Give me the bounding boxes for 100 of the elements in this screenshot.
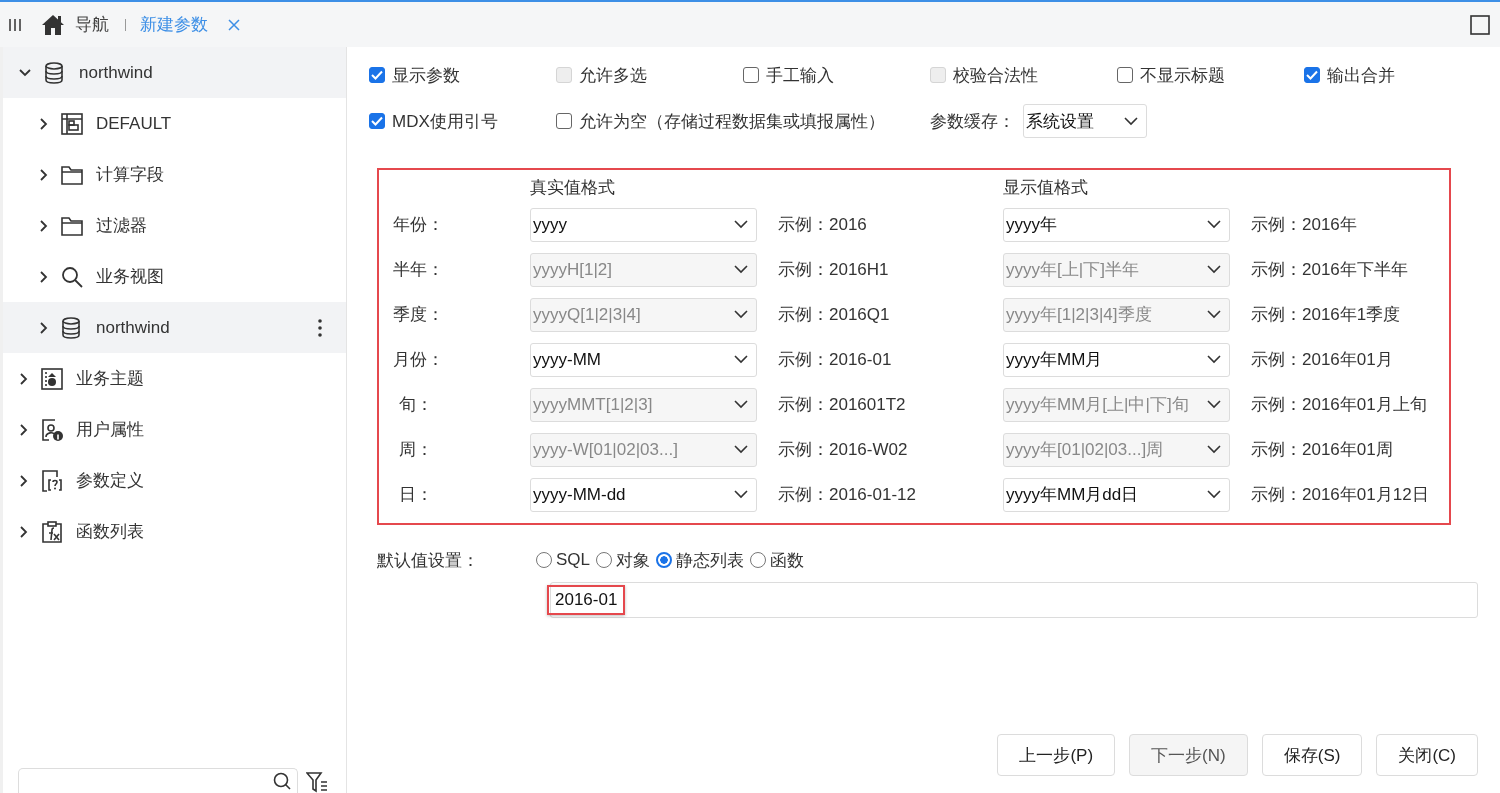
- tree-item[interactable]: northwind: [3, 302, 346, 353]
- parameter-icon: [41, 469, 63, 492]
- checkbox[interactable]: [369, 67, 385, 83]
- tree-label: northwind: [96, 317, 170, 338]
- chevron-down-icon[interactable]: [734, 220, 748, 229]
- radio-button[interactable]: [656, 552, 673, 568]
- subject-icon: [41, 367, 63, 390]
- close-icon[interactable]: [228, 18, 240, 31]
- tree-item[interactable]: 计算字段: [3, 149, 346, 200]
- chevron-down-icon[interactable]: [1207, 355, 1221, 364]
- example-text: 示例：2016年01月: [1250, 349, 1394, 371]
- input-field[interactable]: 2016-01: [550, 582, 1478, 618]
- radio-label: SQL: [556, 550, 591, 570]
- dropdown[interactable]: yyyy年: [1003, 207, 1230, 242]
- chevron-right-icon[interactable]: [39, 117, 48, 130]
- example-text: 示例：2016年1季度: [1250, 304, 1402, 326]
- dropdown[interactable]: yyyy-MM-dd: [530, 477, 757, 512]
- chevron-down-icon[interactable]: [1124, 116, 1138, 126]
- dropdown[interactable]: yyyy: [530, 207, 757, 242]
- tree-item[interactable]: 业务主题: [3, 353, 346, 404]
- example-text: 示例：2016年01月上旬: [1250, 394, 1428, 416]
- field-label: 年份：: [393, 215, 444, 234]
- tree-item[interactable]: 参数定义: [3, 455, 346, 506]
- folder-icon: [61, 214, 83, 237]
- column-header: 真实值格式: [530, 177, 616, 199]
- field-label: 月份：: [393, 350, 444, 369]
- tree-item[interactable]: 过滤器: [3, 200, 346, 251]
- chevron-right-icon[interactable]: [19, 423, 28, 436]
- checkbox[interactable]: [743, 67, 759, 83]
- tree-item[interactable]: northwind: [3, 47, 346, 98]
- example-text: 示例：2016: [777, 214, 868, 236]
- example-text: 示例：2016-01: [777, 349, 893, 371]
- radio-label: 静态列表: [676, 549, 745, 572]
- chevron-right-icon[interactable]: [19, 525, 28, 538]
- table-icon: [61, 112, 83, 135]
- checkbox-label: 输出合并: [1327, 64, 1395, 87]
- checkbox-label: 不显示标题: [1140, 64, 1225, 87]
- chevron-down-icon[interactable]: [19, 68, 31, 77]
- dropdown[interactable]: 系统设置: [1023, 104, 1147, 138]
- example-text: 示例：201601T2: [777, 394, 907, 416]
- radio-label: 函数: [770, 549, 805, 572]
- example-text: 示例：2016-W02: [777, 439, 909, 461]
- tree-label: 业务主题: [76, 368, 144, 390]
- filter-icon[interactable]: [306, 771, 328, 793]
- button[interactable]: 关闭(C): [1376, 734, 1478, 776]
- radio-label: 对象: [616, 549, 651, 572]
- column-header: 显示值格式: [1003, 177, 1089, 199]
- chevron-right-icon[interactable]: [39, 168, 48, 181]
- menu-icon[interactable]: [9, 17, 21, 32]
- checkbox-label: 允许为空（存储过程数据集或填报属性）: [579, 110, 885, 133]
- search-icon[interactable]: [273, 772, 291, 790]
- chevron-right-icon[interactable]: [39, 270, 48, 283]
- button[interactable]: 上一步(P): [997, 734, 1116, 776]
- tree-label: 函数列表: [76, 521, 144, 543]
- button[interactable]: 保存(S): [1261, 734, 1363, 776]
- function-icon: [41, 520, 63, 543]
- chevron-right-icon[interactable]: [39, 321, 48, 334]
- dropdown[interactable]: yyyy年MM月dd日: [1003, 477, 1230, 512]
- example-text: 示例：2016年下半年: [1250, 259, 1409, 281]
- tree-label: northwind: [79, 62, 153, 83]
- chevron-right-icon[interactable]: [39, 219, 48, 232]
- field-label: 周：: [399, 440, 433, 459]
- checkbox[interactable]: [1304, 67, 1320, 83]
- example-text: 示例：2016年: [1250, 214, 1358, 236]
- dropdown[interactable]: yyyy-MM: [530, 342, 757, 377]
- tree-label: 过滤器: [96, 215, 147, 237]
- dropdown[interactable]: yyyy年MM月: [1003, 342, 1230, 377]
- example-text: 示例：2016Q1: [777, 304, 891, 326]
- chevron-down-icon[interactable]: [734, 490, 748, 499]
- tree-label: DEFAULT: [96, 113, 172, 134]
- chevron-right-icon[interactable]: [19, 372, 28, 385]
- tree-label: 业务视图: [96, 266, 164, 288]
- checkbox-label: 显示参数: [392, 64, 460, 87]
- field-label: 参数缓存：: [930, 110, 1015, 133]
- chevron-down-icon[interactable]: [1207, 220, 1221, 229]
- tree-item[interactable]: DEFAULT: [3, 98, 346, 149]
- maximize-icon[interactable]: [1470, 14, 1490, 35]
- database-icon: [61, 316, 83, 339]
- checkbox-label: 允许多选: [579, 64, 647, 87]
- tree-item[interactable]: 业务视图: [3, 251, 346, 302]
- nav-link[interactable]: 导航: [75, 13, 109, 36]
- chevron-down-icon[interactable]: [1207, 490, 1221, 499]
- search-field[interactable]: [18, 768, 298, 793]
- example-text: 示例：2016年01周: [1250, 439, 1394, 461]
- field-label: 默认值设置：: [377, 549, 480, 572]
- example-text: 示例：2016H1: [777, 259, 890, 281]
- tree-label: 用户属性: [76, 419, 144, 441]
- tree-label: 参数定义: [76, 470, 144, 492]
- home-icon[interactable]: [41, 13, 65, 36]
- chevron-down-icon[interactable]: [734, 355, 748, 364]
- checkbox[interactable]: [556, 113, 572, 129]
- more-icon[interactable]: [318, 317, 322, 338]
- chevron-right-icon[interactable]: [19, 474, 28, 487]
- checkbox[interactable]: [369, 113, 385, 129]
- field-label: 旬：: [399, 395, 433, 414]
- tree-item[interactable]: 函数列表: [3, 506, 346, 557]
- search-icon: [61, 265, 83, 288]
- tree-item[interactable]: 用户属性: [3, 404, 346, 455]
- field-label: 半年：: [393, 260, 444, 279]
- checkbox[interactable]: [1117, 67, 1133, 83]
